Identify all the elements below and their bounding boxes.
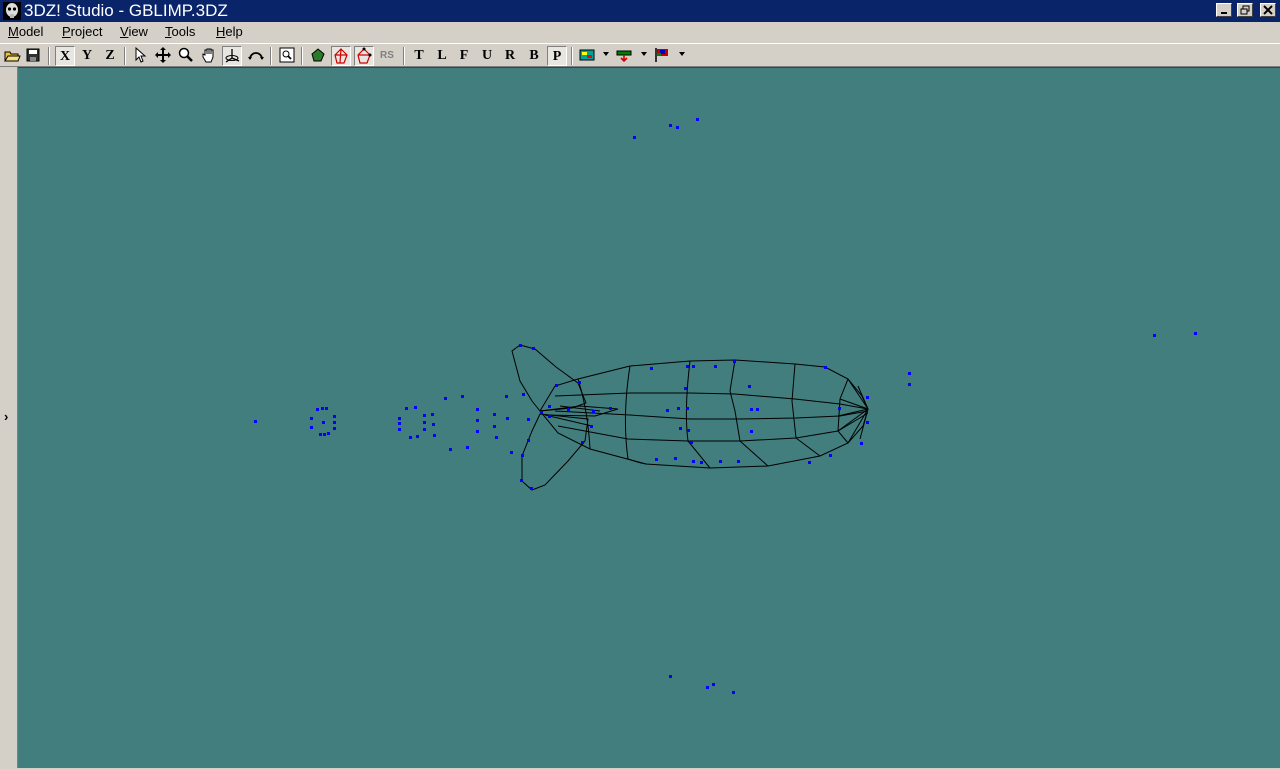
open-folder-icon: [4, 51, 21, 62]
blimp-ring: [729, 359, 769, 467]
zoom-extents-button[interactable]: [277, 46, 297, 66]
restore-button[interactable]: [1237, 3, 1253, 17]
menu-help[interactable]: Help: [216, 24, 243, 40]
move-tool-button[interactable]: [153, 46, 173, 66]
points-render-button[interactable]: [354, 46, 374, 66]
flag-icon: [655, 48, 668, 62]
app-skull-icon[interactable]: [3, 2, 21, 20]
axis-x-button[interactable]: X: [55, 46, 75, 66]
menu-view[interactable]: View: [120, 24, 148, 40]
solid-object-icon: [311, 48, 325, 62]
chevron-down-icon[interactable]: [603, 52, 609, 56]
light-icon: [616, 50, 632, 63]
background-color-button[interactable]: [577, 46, 597, 66]
sidebar-expand-icon[interactable]: ›: [4, 409, 8, 424]
view-top-button[interactable]: T: [409, 46, 429, 66]
view-back-button[interactable]: B: [524, 46, 544, 66]
view-right-button[interactable]: R: [500, 46, 520, 66]
vertex-points: [254, 118, 1197, 694]
view-front-button[interactable]: F: [454, 46, 474, 66]
minimize-button[interactable]: [1216, 3, 1232, 17]
move-arrows-icon: [155, 47, 171, 63]
orbit-arrow-icon: [248, 52, 264, 60]
blimp-stringer: [554, 392, 869, 410]
menu-project[interactable]: Project: [62, 24, 102, 40]
blimp-body-outline: [539, 359, 869, 469]
magnifier-icon: [178, 47, 193, 62]
rotate-axes-icon: [225, 49, 240, 63]
side-panel-toggle-bar[interactable]: ›: [0, 67, 18, 768]
menu-tools[interactable]: Tools: [165, 24, 195, 40]
blimp-lower-fin: [521, 413, 589, 491]
blimp-tail-cone: [539, 405, 619, 427]
toolbar-separator: [403, 47, 405, 65]
chevron-down-icon[interactable]: [679, 52, 685, 56]
toolbar-separator: [48, 47, 50, 65]
vertex-wire-icon: [357, 47, 372, 64]
toolbar-separator: [301, 47, 303, 65]
rs-button[interactable]: RS: [377, 46, 397, 66]
wireframe-render-button[interactable]: [331, 46, 351, 66]
solid-render-button[interactable]: [308, 46, 328, 66]
save-disk-icon: [26, 48, 40, 62]
blimp-nose-spokes: [837, 378, 869, 444]
blimp-ring: [685, 360, 711, 469]
menu-bar: Model Project View Tools Help: [0, 22, 1280, 42]
chevron-down-icon[interactable]: [641, 52, 647, 56]
minimize-icon: [1221, 12, 1227, 14]
wireframe-icon: [334, 48, 348, 64]
palette-icon: [579, 49, 595, 61]
close-button[interactable]: [1260, 3, 1276, 17]
toolbar-separator: [571, 47, 573, 65]
arrow-pointer-icon: [135, 46, 147, 63]
save-button[interactable]: [23, 46, 43, 66]
zoom-tool-button[interactable]: [176, 46, 196, 66]
view-under-button[interactable]: U: [477, 46, 497, 66]
hand-icon: [202, 48, 214, 63]
orbit-tool-button[interactable]: [246, 46, 266, 66]
main-toolbar: X Y Z RS T L F U R B P: [0, 43, 1280, 67]
restore-icon: [1240, 5, 1250, 15]
view-perspective-button[interactable]: P: [547, 46, 567, 66]
close-icon: [1263, 5, 1273, 15]
flag-button[interactable]: [652, 46, 672, 66]
view-left-button[interactable]: L: [432, 46, 452, 66]
select-tool-button[interactable]: [130, 46, 150, 66]
axis-y-button[interactable]: Y: [77, 46, 97, 66]
open-button[interactable]: [2, 46, 22, 66]
zoom-extents-icon: [279, 47, 295, 63]
blimp-ring: [791, 363, 821, 457]
axis-z-button[interactable]: Z: [100, 46, 120, 66]
blimp-stringer: [554, 410, 869, 420]
window-title: 3DZ! Studio - GBLIMP.3DZ: [24, 1, 228, 20]
title-bar: 3DZ! Studio - GBLIMP.3DZ: [0, 0, 1280, 22]
rotate-tool-button[interactable]: [222, 46, 242, 66]
model-viewport[interactable]: [18, 67, 1280, 768]
light-button[interactable]: [614, 46, 634, 66]
blimp-ring: [577, 378, 591, 450]
menu-model[interactable]: Model: [8, 24, 43, 40]
toolbar-separator: [124, 47, 126, 65]
blimp-ring: [837, 378, 849, 444]
blimp-wireframe-model[interactable]: [18, 68, 1280, 769]
toolbar-separator: [270, 47, 272, 65]
blimp-upper-fin: [511, 344, 587, 412]
pan-tool-button[interactable]: [199, 46, 219, 66]
